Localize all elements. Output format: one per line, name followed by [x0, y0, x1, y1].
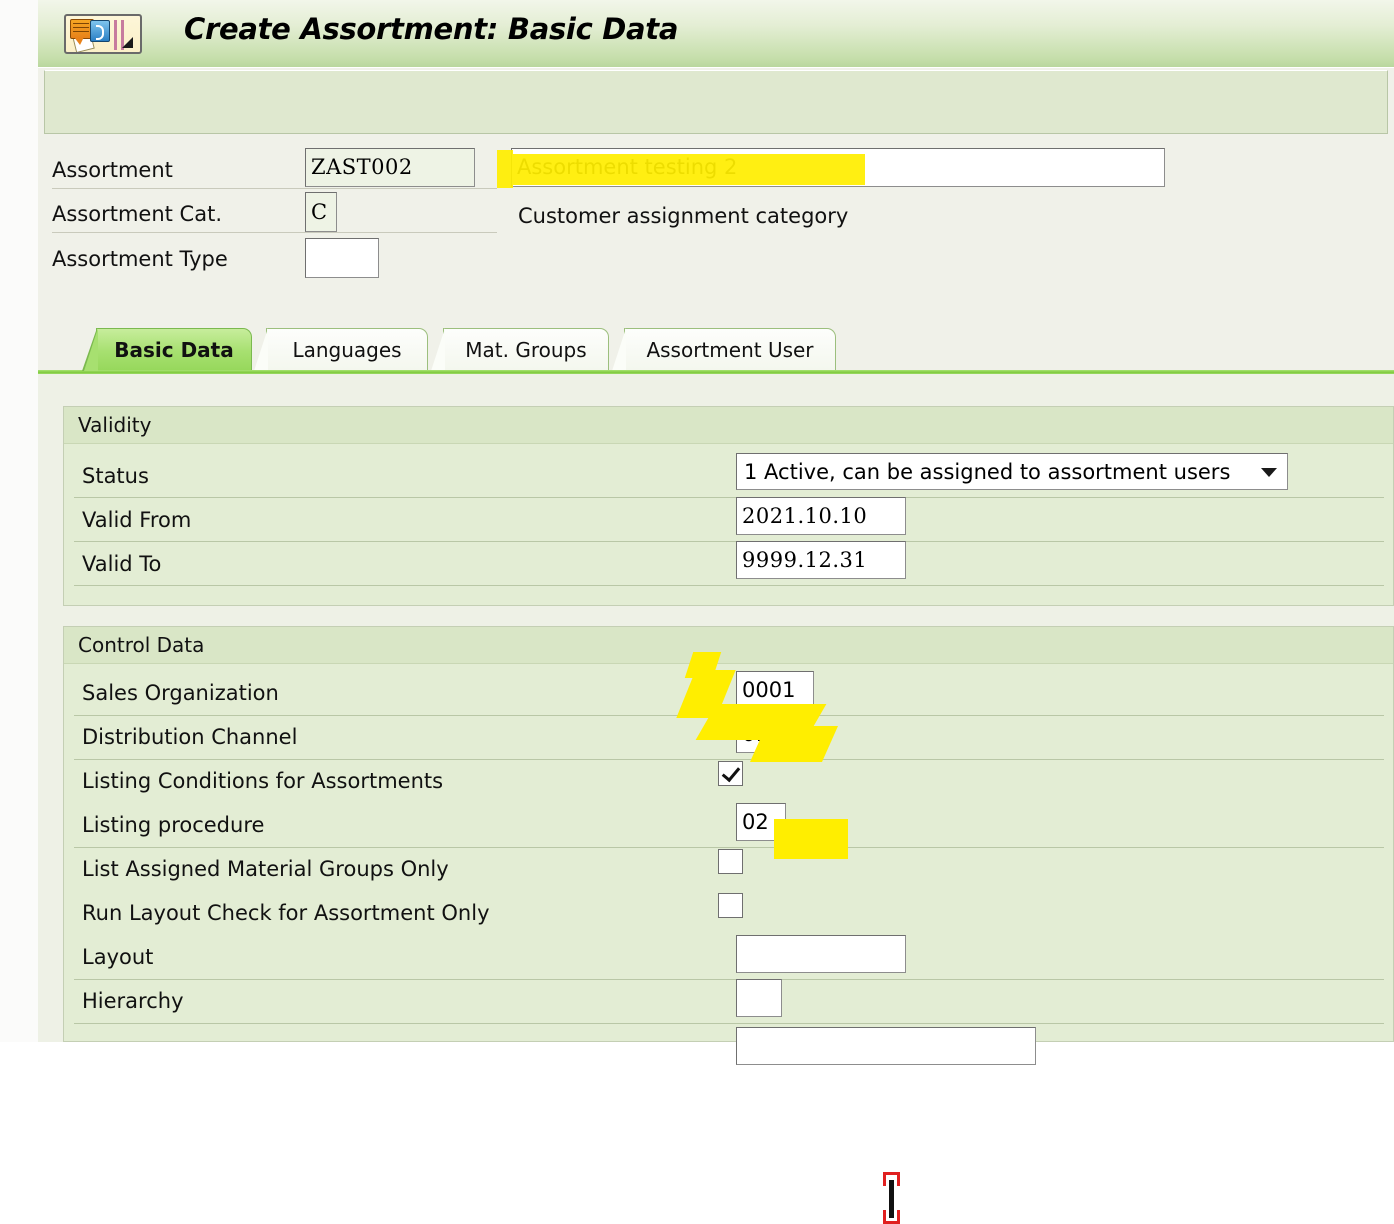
valid-from-row-rule	[74, 541, 1384, 542]
run-layout-check-label: Run Layout Check for Assortment Only	[82, 901, 490, 925]
title-bar: Create Assortment: Basic Data	[38, 0, 1394, 68]
status-label: Status	[82, 464, 149, 488]
valid-to-field[interactable]: 9999.12.31	[736, 541, 906, 579]
text-cursor-icon	[889, 1180, 894, 1218]
valid-to-label: Valid To	[82, 552, 162, 576]
chevron-down-icon[interactable]	[1261, 467, 1277, 477]
run-layout-check-checkbox[interactable]	[718, 893, 743, 918]
hierarchy-row-rule	[74, 1023, 1384, 1024]
assortment-cat-label: Assortment Cat.	[52, 202, 222, 226]
sales-organization-field[interactable]: 0001	[736, 671, 814, 709]
tab-languages-label: Languages	[292, 337, 402, 362]
tab-basic-data-label: Basic Data	[114, 337, 234, 362]
assortment-type-field[interactable]	[305, 238, 379, 278]
sales-organization-row-rule	[74, 715, 1384, 716]
layout-field[interactable]	[736, 935, 906, 973]
tab-strip: Basic Data Languages Mat. Groups Assortm…	[38, 322, 1394, 375]
tab-mat-groups[interactable]: Mat. Groups	[429, 328, 609, 371]
tab-basic-data-skew	[84, 328, 98, 371]
window-shell: Create Assortment: Basic Data Assortment…	[38, 0, 1394, 1224]
assortment-row-rule	[52, 188, 497, 189]
page-title: Create Assortment: Basic Data	[184, 12, 679, 46]
bubble-lines-icon-part	[73, 23, 89, 24]
assortment-description-field[interactable]: Assortment testing 2	[511, 148, 1165, 187]
distribution-channel-label: Distribution Channel	[82, 725, 298, 749]
layout-row-rule	[74, 979, 1384, 980]
listing-conditions-checkbox[interactable]	[718, 761, 743, 786]
assortment-label: Assortment	[52, 158, 173, 182]
validity-panel: Validity Status 1 Active, can be assigne…	[63, 406, 1394, 606]
listing-conditions-label: Listing Conditions for Assortments	[82, 769, 444, 793]
status-dropdown[interactable]: 1 Active, can be assigned to assortment …	[736, 453, 1288, 490]
valid-from-label: Valid From	[82, 508, 192, 532]
tab-content-basic-data: Validity Status 1 Active, can be assigne…	[38, 374, 1394, 1224]
next-row-field-clipped[interactable]	[736, 1027, 1036, 1065]
assortment-cat-row-rule	[52, 232, 497, 233]
header-form: Assortment ZAST002 Assortment testing 2 …	[38, 136, 1394, 322]
black-triangle-icon-part	[122, 37, 133, 48]
sap-window: Create Assortment: Basic Data Assortment…	[0, 0, 1394, 1224]
validity-panel-title: Validity	[64, 407, 1393, 444]
tab-mat-groups-skew	[431, 328, 445, 371]
assortment-type-label: Assortment Type	[52, 247, 228, 271]
blue-badge-icon-part	[90, 20, 110, 42]
hierarchy-label: Hierarchy	[82, 989, 184, 1013]
valid-from-field[interactable]: 2021.10.10	[736, 497, 906, 535]
tab-assortment-user[interactable]: Assortment User	[610, 328, 836, 371]
status-row-rule	[74, 497, 1384, 498]
tab-mat-groups-label: Mat. Groups	[465, 337, 587, 362]
toolbar	[44, 70, 1388, 134]
tab-languages-skew	[254, 328, 268, 371]
control-data-panel: Control Data Sales Organization 0001 Dis…	[63, 626, 1394, 1065]
distribution-channel-row-rule	[74, 759, 1384, 760]
assortment-app-icon	[64, 14, 142, 54]
pink-bars-icon-part	[114, 20, 117, 50]
tab-languages[interactable]: Languages	[252, 328, 428, 371]
list-assigned-material-groups-label: List Assigned Material Groups Only	[82, 857, 449, 881]
tab-assortment-user-label: Assortment User	[646, 337, 814, 362]
tab-assortment-user-skew	[612, 328, 626, 371]
valid-to-row-rule	[74, 585, 1384, 586]
listing-procedure-label: Listing procedure	[82, 813, 265, 837]
list-assigned-material-groups-checkbox[interactable]	[718, 849, 743, 874]
left-gutter	[0, 0, 38, 1042]
control-data-panel-title: Control Data	[64, 627, 1393, 664]
listing-procedure-field[interactable]: 02	[736, 803, 786, 841]
sales-organization-label: Sales Organization	[82, 681, 279, 705]
layout-label: Layout	[82, 945, 154, 969]
distribution-channel-field[interactable]: 01	[736, 715, 786, 753]
assortment-cat-field[interactable]: C	[305, 192, 337, 232]
tab-basic-data[interactable]: Basic Data	[82, 328, 252, 371]
hierarchy-field[interactable]	[736, 979, 782, 1017]
assortment-id-field[interactable]: ZAST002	[305, 148, 475, 187]
status-dropdown-value: 1 Active, can be assigned to assortment …	[744, 459, 1231, 484]
assortment-cat-description: Customer assignment category	[518, 204, 849, 228]
listing-procedure-row-rule	[74, 847, 1384, 848]
